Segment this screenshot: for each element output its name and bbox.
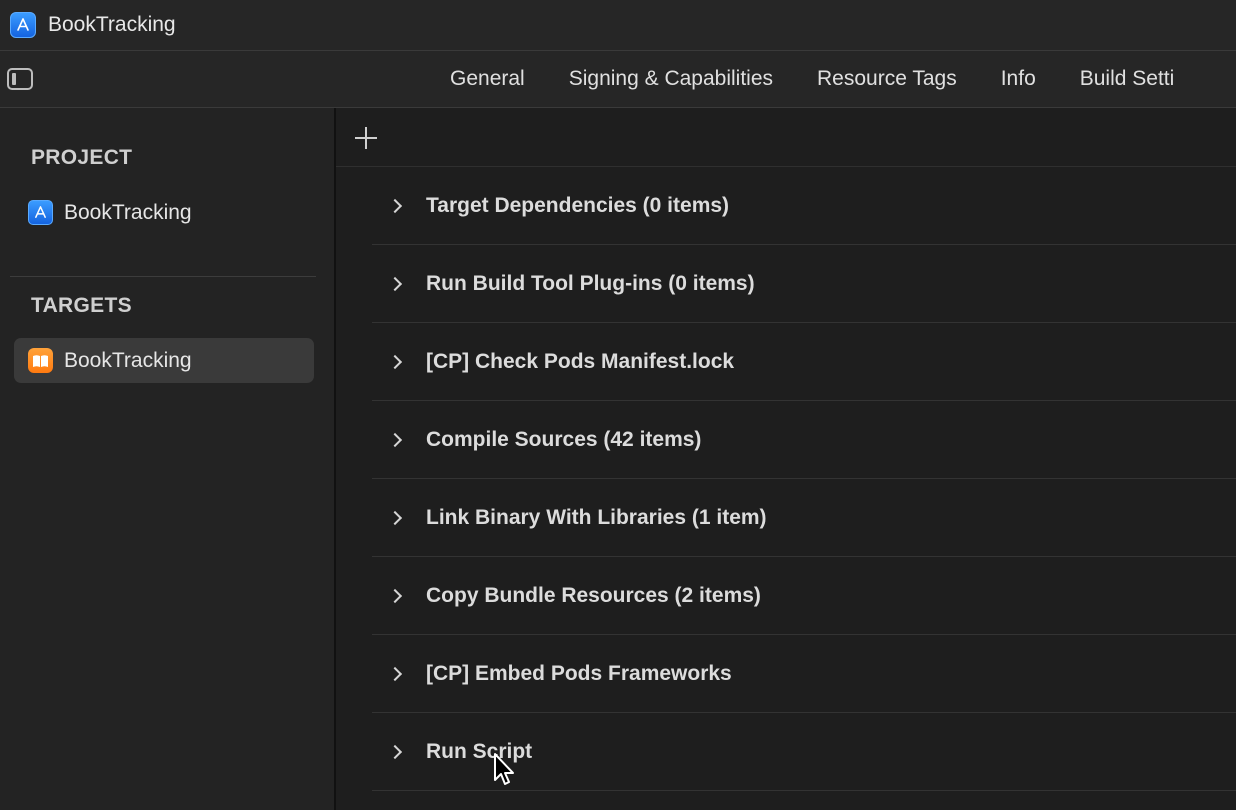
chevron-right-icon[interactable]	[388, 666, 404, 682]
chevron-right-icon[interactable]	[388, 744, 404, 760]
build-phase-row[interactable]: Compile Sources (42 items)	[372, 401, 1236, 479]
sidebar-toggle-icon[interactable]	[7, 68, 33, 90]
editor-tabs: General Signing & Capabilities Resource …	[428, 51, 1196, 107]
tab-info[interactable]: Info	[979, 67, 1058, 91]
sidebar-item-label: BookTracking	[64, 348, 192, 372]
build-phase-label: [CP] Check Pods Manifest.lock	[426, 349, 735, 373]
sidebar-item-target[interactable]: BookTracking	[14, 338, 314, 383]
xcode-project-icon	[10, 12, 36, 38]
build-phase-label: Link Binary With Libraries (1 item)	[426, 505, 767, 529]
project-section-header: PROJECT	[31, 146, 133, 169]
title-bar: BookTracking	[0, 0, 1236, 51]
build-phase-label: Run Script	[426, 739, 533, 763]
build-phase-row[interactable]: [CP] Check Pods Manifest.lock	[372, 323, 1236, 401]
book-app-icon	[28, 348, 53, 373]
plus-icon[interactable]	[354, 126, 378, 150]
xcode-project-icon	[28, 200, 53, 225]
build-phase-row[interactable]: Link Binary With Libraries (1 item)	[372, 479, 1236, 557]
sidebar-item-label: BookTracking	[64, 200, 192, 224]
chevron-right-icon[interactable]	[388, 432, 404, 448]
build-phase-label: Run Build Tool Plug-ins (0 items)	[426, 271, 755, 295]
tab-build-settings[interactable]: Build Setti	[1058, 67, 1197, 91]
sidebar-divider	[10, 276, 316, 277]
build-phase-label: [CP] Embed Pods Frameworks	[426, 661, 732, 685]
build-phase-row[interactable]: Run Script	[372, 713, 1236, 791]
chevron-right-icon[interactable]	[388, 198, 404, 214]
xcode-window: BookTracking General Signing & Capabilit…	[0, 0, 1236, 810]
build-phase-label: Compile Sources (42 items)	[426, 427, 702, 451]
chevron-right-icon[interactable]	[388, 276, 404, 292]
chevron-right-icon[interactable]	[388, 354, 404, 370]
build-phase-row[interactable]: [CP] Embed Pods Frameworks	[372, 635, 1236, 713]
build-phase-row[interactable]: Copy Bundle Resources (2 items)	[372, 557, 1236, 635]
sidebar-item-project[interactable]: BookTracking	[14, 190, 314, 235]
tab-resource-tags[interactable]: Resource Tags	[795, 67, 979, 91]
window-title: BookTracking	[48, 13, 176, 36]
build-phase-label: Target Dependencies (0 items)	[426, 193, 730, 217]
targets-section-header: TARGETS	[31, 294, 132, 317]
tab-signing-capabilities[interactable]: Signing & Capabilities	[547, 67, 795, 91]
build-phase-row[interactable]: Target Dependencies (0 items)	[372, 167, 1236, 245]
build-phase-label: Copy Bundle Resources (2 items)	[426, 583, 761, 607]
tab-general[interactable]: General	[428, 67, 547, 91]
editor-tab-bar: General Signing & Capabilities Resource …	[0, 51, 1236, 108]
build-phases-panel: Target Dependencies (0 items) Run Build …	[336, 108, 1236, 810]
project-sidebar: PROJECT BookTracking TARGETS BookTrackin…	[0, 108, 336, 810]
build-phase-row[interactable]: Run Build Tool Plug-ins (0 items)	[372, 245, 1236, 323]
chevron-right-icon[interactable]	[388, 588, 404, 604]
chevron-right-icon[interactable]	[388, 510, 404, 526]
